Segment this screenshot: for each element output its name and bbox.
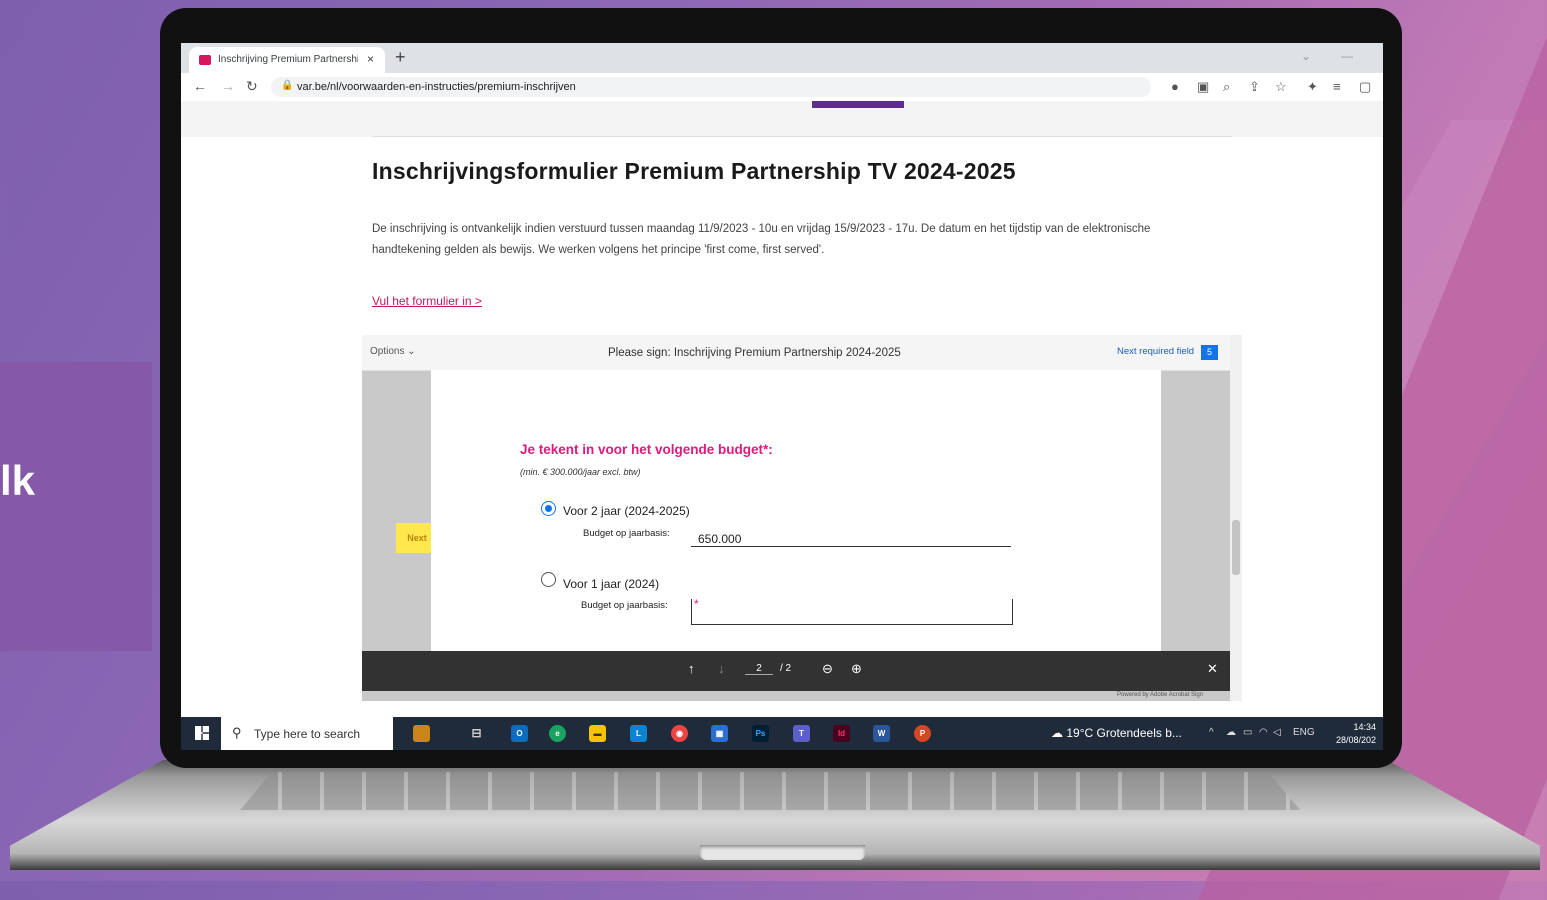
tab-title: Inschrijving Premium Partnership	[218, 54, 358, 65]
document-toolbar: ↑ ↓ 2 / 2 ⊖ ⊕ ✕	[362, 651, 1230, 691]
budget-label: Budget op jaarbasis:	[583, 528, 670, 539]
options-menu[interactable]: Options ⌄	[370, 346, 416, 357]
option-one-year-label: Voor 1 jaar (2024)	[563, 577, 660, 591]
next-page-icon[interactable]: ↓	[718, 661, 725, 676]
header-button-edge[interactable]	[812, 101, 904, 108]
page-title: Inschrijvingsformulier Premium Partnersh…	[372, 158, 1016, 184]
budget-heading: Je tekent in voor het volgende budget*:	[520, 442, 773, 457]
volume-icon[interactable]: ◁	[1273, 727, 1281, 738]
side-panel: lk	[0, 362, 152, 651]
scrollbar-thumb[interactable]	[1232, 520, 1240, 575]
lock-icon: 🔒	[281, 80, 294, 91]
bookmark-star-icon[interactable]: ☆	[1275, 79, 1287, 95]
forward-icon[interactable]: →	[221, 78, 235, 94]
briefcase-app-icon[interactable]	[413, 725, 430, 742]
web-page: Inschrijvingsformulier Premium Partnersh…	[181, 101, 1383, 717]
clock-time: 14:34	[1353, 722, 1377, 732]
required-mark: *	[694, 597, 699, 611]
tab-search-icon[interactable]: ⌄	[1301, 49, 1311, 63]
address-bar: ← → ↻ 🔒 var.be/nl/voorwaarden-en-instruc…	[181, 73, 1383, 102]
l-app-icon[interactable]: L	[630, 725, 647, 742]
document-page: Je tekent in voor het volgende budget*: …	[431, 370, 1161, 651]
minimize-icon[interactable]: —	[1341, 49, 1353, 63]
url-field[interactable]: 🔒 var.be/nl/voorwaarden-en-instructies/p…	[271, 77, 1151, 97]
translate-icon[interactable]: ▣	[1197, 79, 1209, 95]
wifi-icon[interactable]: ◠	[1259, 727, 1268, 738]
page-number-input[interactable]: 2	[745, 663, 773, 675]
budget-minimum-note: (min. € 300.000/jaar excl. btw)	[520, 467, 641, 477]
budget-input-two-years[interactable]: 650.000	[691, 522, 1011, 547]
scrollbar[interactable]	[1230, 335, 1242, 701]
back-icon[interactable]: ←	[193, 78, 207, 94]
required-count-badge: 5	[1201, 345, 1218, 360]
chrome-app-icon[interactable]: ◉	[671, 725, 688, 742]
page-description: De inschrijving is ontvankelijk indien v…	[372, 223, 1151, 256]
edge-app-icon[interactable]: e	[549, 725, 566, 742]
page-total: / 2	[780, 663, 792, 674]
search-icon: ⚲	[232, 725, 242, 740]
store-app-icon[interactable]: ▦	[711, 725, 728, 742]
browser-tab[interactable]: Inschrijving Premium Partnership ×	[189, 47, 385, 73]
url-text: var.be/nl/voorwaarden-en-instructies/pre…	[297, 81, 576, 93]
start-icon[interactable]	[195, 726, 209, 740]
cloud-icon: ☁	[1051, 726, 1067, 740]
weather-widget[interactable]: ☁ 19°C Grotendeels b...	[1051, 726, 1182, 740]
radio-one-year[interactable]	[541, 572, 556, 587]
word-app-icon[interactable]: W	[873, 725, 890, 742]
zoom-in-icon[interactable]: ⊕	[851, 661, 862, 677]
zoom-out-icon[interactable]: ⊖	[822, 661, 833, 677]
file-explorer-app-icon[interactable]: ▬	[589, 725, 606, 742]
windows-taskbar: ⚲ Type here to search ⊟ O e ▬ L ◉ ▦ Ps T…	[181, 717, 1383, 750]
tab-close-icon[interactable]: ×	[367, 52, 374, 66]
teams-app-icon[interactable]: T	[793, 725, 810, 742]
new-tab-button[interactable]: +	[395, 47, 406, 68]
laptop-notch	[700, 845, 865, 860]
onedrive-icon[interactable]: ☁	[1226, 727, 1236, 738]
budget-value: 650.000	[698, 532, 742, 546]
task-view-icon[interactable]: ⊟	[468, 725, 485, 742]
share-icon[interactable]: ⇪	[1249, 79, 1260, 95]
sign-header: Options ⌄ Please sign: Inschrijving Prem…	[362, 335, 1230, 371]
zoom-icon[interactable]: ⌕	[1223, 79, 1230, 95]
powerpoint-app-icon[interactable]: P	[914, 725, 931, 742]
search-placeholder: Type here to search	[254, 727, 361, 741]
reading-list-icon[interactable]: ≡	[1333, 79, 1341, 94]
outlook-app-icon[interactable]: O	[511, 725, 528, 742]
extensions-icon[interactable]: ✦	[1307, 79, 1318, 95]
side-text: lk	[0, 457, 36, 504]
side-panel-icon[interactable]: ▢	[1359, 79, 1371, 95]
language-indicator[interactable]: ENG	[1293, 727, 1315, 738]
indesign-app-icon[interactable]: Id	[833, 725, 850, 742]
site-header-strip	[181, 101, 1383, 137]
photoshop-app-icon[interactable]: Ps	[752, 725, 769, 742]
browser-tab-bar: Inschrijving Premium Partnership × + ⌄ —	[181, 43, 1383, 73]
laptop-keyboard	[240, 772, 1300, 810]
fill-form-link[interactable]: Vul het formulier in >	[372, 294, 482, 308]
prev-page-icon[interactable]: ↑	[688, 661, 695, 676]
next-required-field-link[interactable]: Next required field	[1117, 346, 1194, 357]
weather-text: 19°C Grotendeels b...	[1066, 726, 1182, 740]
budget-label: Budget op jaarbasis:	[581, 600, 668, 611]
laptop-screen: Inschrijving Premium Partnership × + ⌄ —…	[181, 43, 1383, 750]
divider	[372, 136, 1232, 137]
sign-title: Please sign: Inschrijving Premium Partne…	[608, 347, 901, 359]
powered-by-label: Powered by Adobe Acrobat Sign	[1117, 692, 1204, 698]
radio-two-years[interactable]	[541, 501, 556, 516]
tray-chevron-icon[interactable]: ^	[1209, 727, 1214, 738]
reload-icon[interactable]: ↻	[246, 78, 258, 95]
cookie-icon[interactable]: ●	[1171, 79, 1179, 94]
clock[interactable]: 14:34 28/08/202	[1336, 721, 1376, 747]
acrobat-sign-frame: Options ⌄ Please sign: Inschrijving Prem…	[362, 335, 1242, 701]
clock-date: 28/08/202	[1336, 735, 1377, 745]
site-favicon-icon	[199, 55, 211, 65]
battery-icon[interactable]: ▭	[1243, 727, 1252, 738]
option-two-years-label: Voor 2 jaar (2024-2025)	[563, 504, 690, 518]
budget-input-one-year[interactable]: *	[691, 597, 1013, 625]
taskbar-search[interactable]: ⚲ Type here to search	[221, 717, 393, 750]
close-icon[interactable]: ✕	[1207, 661, 1218, 677]
